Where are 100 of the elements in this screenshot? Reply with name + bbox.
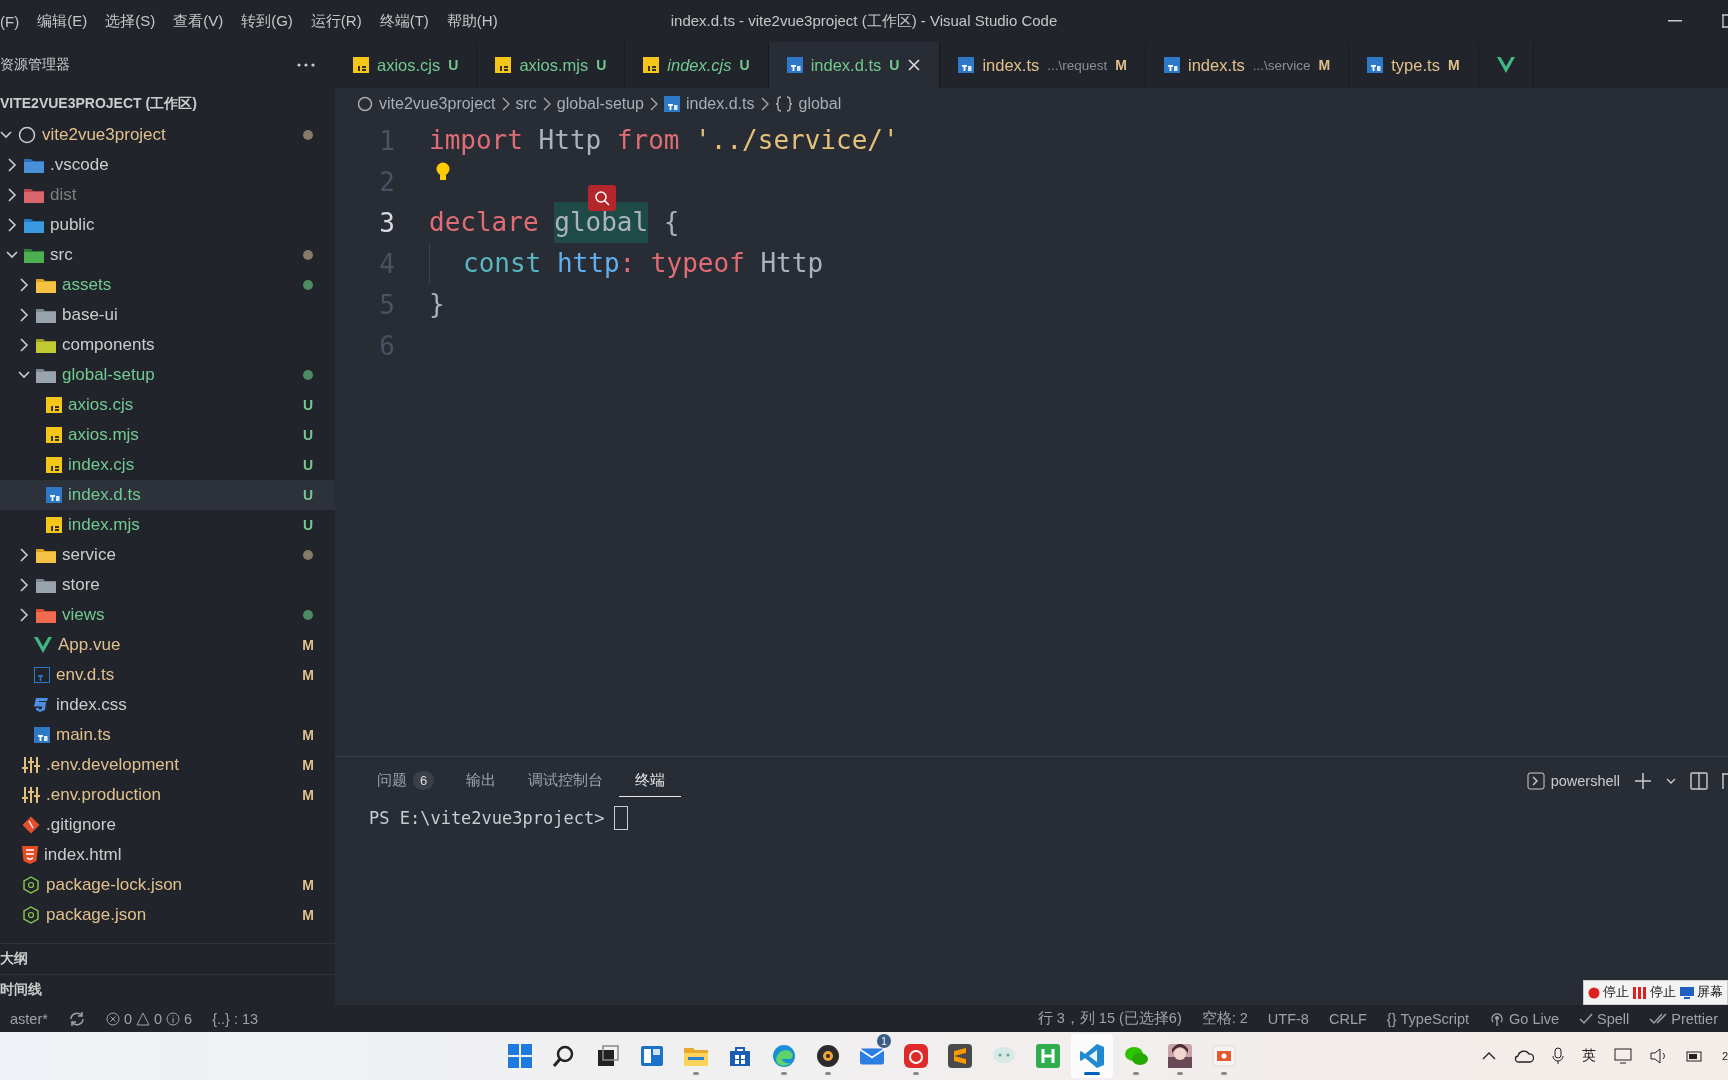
menu-item[interactable]: 转到(G) <box>232 11 302 31</box>
folder-row[interactable]: dist <box>0 180 335 210</box>
caret-icon[interactable] <box>1666 777 1676 785</box>
file-row[interactable]: .gitignore <box>0 810 335 840</box>
folder-row[interactable]: service <box>0 540 335 570</box>
vscode-icon[interactable] <box>1079 1043 1105 1069</box>
breadcrumb-item[interactable]: vite2vue3project <box>379 95 496 113</box>
status-item[interactable]: Prettier <box>1671 1010 1718 1027</box>
file-row[interactable]: env.d.ts M <box>0 660 335 690</box>
cloud-icon[interactable] <box>1513 1049 1534 1063</box>
slides-app-icon[interactable] <box>1211 1043 1237 1069</box>
file-row[interactable]: axios.mjs U <box>0 420 335 450</box>
chevron-right-icon[interactable] <box>6 218 18 232</box>
split-icon[interactable] <box>1690 772 1708 790</box>
edge-icon[interactable] <box>771 1043 797 1069</box>
folder-row[interactable]: store <box>0 570 335 600</box>
plus-icon[interactable] <box>1634 772 1652 790</box>
file-row[interactable]: index.css <box>0 690 335 720</box>
lightbulb-icon[interactable] <box>435 161 451 182</box>
panel-header[interactable]: 时间线 <box>0 981 42 999</box>
file-row[interactable]: App.vue M <box>0 630 335 660</box>
problems-indicator[interactable]: 0 0 6 <box>95 1010 203 1027</box>
mail-icon[interactable] <box>859 1047 885 1065</box>
folder-row[interactable]: vite2vue3project <box>0 120 335 150</box>
chevron-right-icon[interactable] <box>6 158 18 172</box>
input-method[interactable]: 英 <box>1581 1047 1596 1065</box>
windows-icon[interactable] <box>507 1043 533 1069</box>
panel-tab[interactable]: 终端 <box>619 765 682 797</box>
file-row[interactable]: index.mjs U <box>0 510 335 540</box>
menu-item[interactable]: (F) <box>0 12 29 30</box>
menu-item[interactable]: 帮助(H) <box>437 11 507 31</box>
branch-name[interactable]: aster* <box>10 1010 48 1027</box>
breadcrumb-item[interactable]: global <box>798 95 842 113</box>
folder-row[interactable]: views <box>0 600 335 630</box>
file-row[interactable]: package.json M <box>0 900 335 930</box>
file-row[interactable]: axios.cjs U <box>0 390 335 420</box>
menu-item[interactable]: 终端(T) <box>370 11 438 31</box>
recorder-button[interactable]: 停止 <box>1650 984 1676 1001</box>
close-icon[interactable] <box>907 58 922 72</box>
disc-icon[interactable] <box>815 1043 841 1069</box>
status-item[interactable]: CRLF <box>1328 1010 1367 1027</box>
breadcrumb-item[interactable]: global-setup <box>556 95 644 113</box>
status-item[interactable]: UTF-8 <box>1267 1010 1309 1027</box>
minimize-icon[interactable] <box>1668 20 1682 22</box>
widgets-icon[interactable] <box>639 1043 665 1069</box>
folder-row[interactable]: components <box>0 330 335 360</box>
file-row[interactable]: index.cjs U <box>0 450 335 480</box>
status-item[interactable]: TypeScript <box>1400 1010 1469 1027</box>
taskbar-button[interactable] <box>1071 1034 1113 1078</box>
folder-row[interactable]: global-setup <box>0 360 335 390</box>
panel-tab[interactable]: 问题 6 <box>361 765 451 797</box>
status-item[interactable]: 空格: 2 <box>1201 1009 1248 1028</box>
file-row[interactable]: .env.production M <box>0 780 335 810</box>
microphone-icon[interactable] <box>1551 1047 1564 1065</box>
folder-row[interactable]: .vscode <box>0 150 335 180</box>
recorder-button[interactable]: 停止 <box>1603 984 1629 1001</box>
panel-header[interactable]: 大纲 <box>0 950 28 968</box>
recorder-button[interactable]: 屏幕 <box>1697 984 1723 1001</box>
menu-item[interactable]: 编辑(E) <box>28 11 97 31</box>
vue-icon[interactable] <box>1496 57 1515 73</box>
file-row[interactable]: index.html <box>0 840 335 870</box>
music-app-icon[interactable] <box>903 1043 929 1069</box>
status-item[interactable]: 行 3，列 15 (已选择6) <box>1037 1009 1182 1028</box>
folder-row[interactable]: assets <box>0 270 335 300</box>
terminal-selector[interactable]: powershell <box>1526 772 1620 790</box>
more-icon[interactable] <box>297 63 315 67</box>
battery-icon[interactable] <box>1685 1049 1704 1063</box>
chevron-right-icon[interactable] <box>6 188 18 202</box>
chevron-right-icon[interactable] <box>18 278 30 292</box>
monitor-icon[interactable] <box>1613 1048 1632 1064</box>
sync-icon[interactable] <box>67 1010 86 1027</box>
menu-item[interactable]: 查看(V) <box>164 11 233 31</box>
breadcrumb-item[interactable]: index.d.ts <box>686 95 755 113</box>
menu-item[interactable]: 选择(S) <box>96 11 165 31</box>
section-title[interactable]: VITE2VUE3PROJECT (工作区) <box>0 95 197 113</box>
menu-item[interactable]: 运行(R) <box>301 11 371 31</box>
hbuilder-icon[interactable] <box>1035 1043 1061 1069</box>
editor-tab[interactable]: index.d.ts U <box>768 42 941 88</box>
chevron-right-icon[interactable] <box>18 608 30 622</box>
breadcrumb-item[interactable]: src <box>515 95 537 113</box>
taskbar-button[interactable]: 1 <box>851 1034 893 1078</box>
search-icon[interactable] <box>588 185 617 211</box>
panel-tab[interactable]: 输出 <box>450 765 513 797</box>
chevron-right-icon[interactable] <box>18 308 30 322</box>
file-row[interactable]: main.ts M <box>0 720 335 750</box>
file-row[interactable]: .env.development M <box>0 750 335 780</box>
file-row[interactable]: package-lock.json M <box>0 870 335 900</box>
file-row[interactable]: index.d.ts U <box>0 480 335 510</box>
status-text[interactable]: {..} : 13 <box>212 1010 259 1027</box>
folder-row[interactable]: base-ui <box>0 300 335 330</box>
folder-row[interactable]: public <box>0 210 335 240</box>
editor-app-icon[interactable] <box>947 1043 973 1069</box>
panel-tab[interactable]: 调试控制台 <box>512 765 620 797</box>
speaker-icon[interactable] <box>1649 1048 1668 1064</box>
chevron-right-icon[interactable] <box>18 578 30 592</box>
chevron-right-icon[interactable] <box>18 548 30 562</box>
folder-row[interactable]: src <box>0 240 335 270</box>
chevron-up-icon[interactable] <box>1481 1051 1496 1061</box>
status-item[interactable]: Go Live <box>1509 1010 1559 1027</box>
status-item[interactable]: Spell <box>1597 1010 1630 1027</box>
